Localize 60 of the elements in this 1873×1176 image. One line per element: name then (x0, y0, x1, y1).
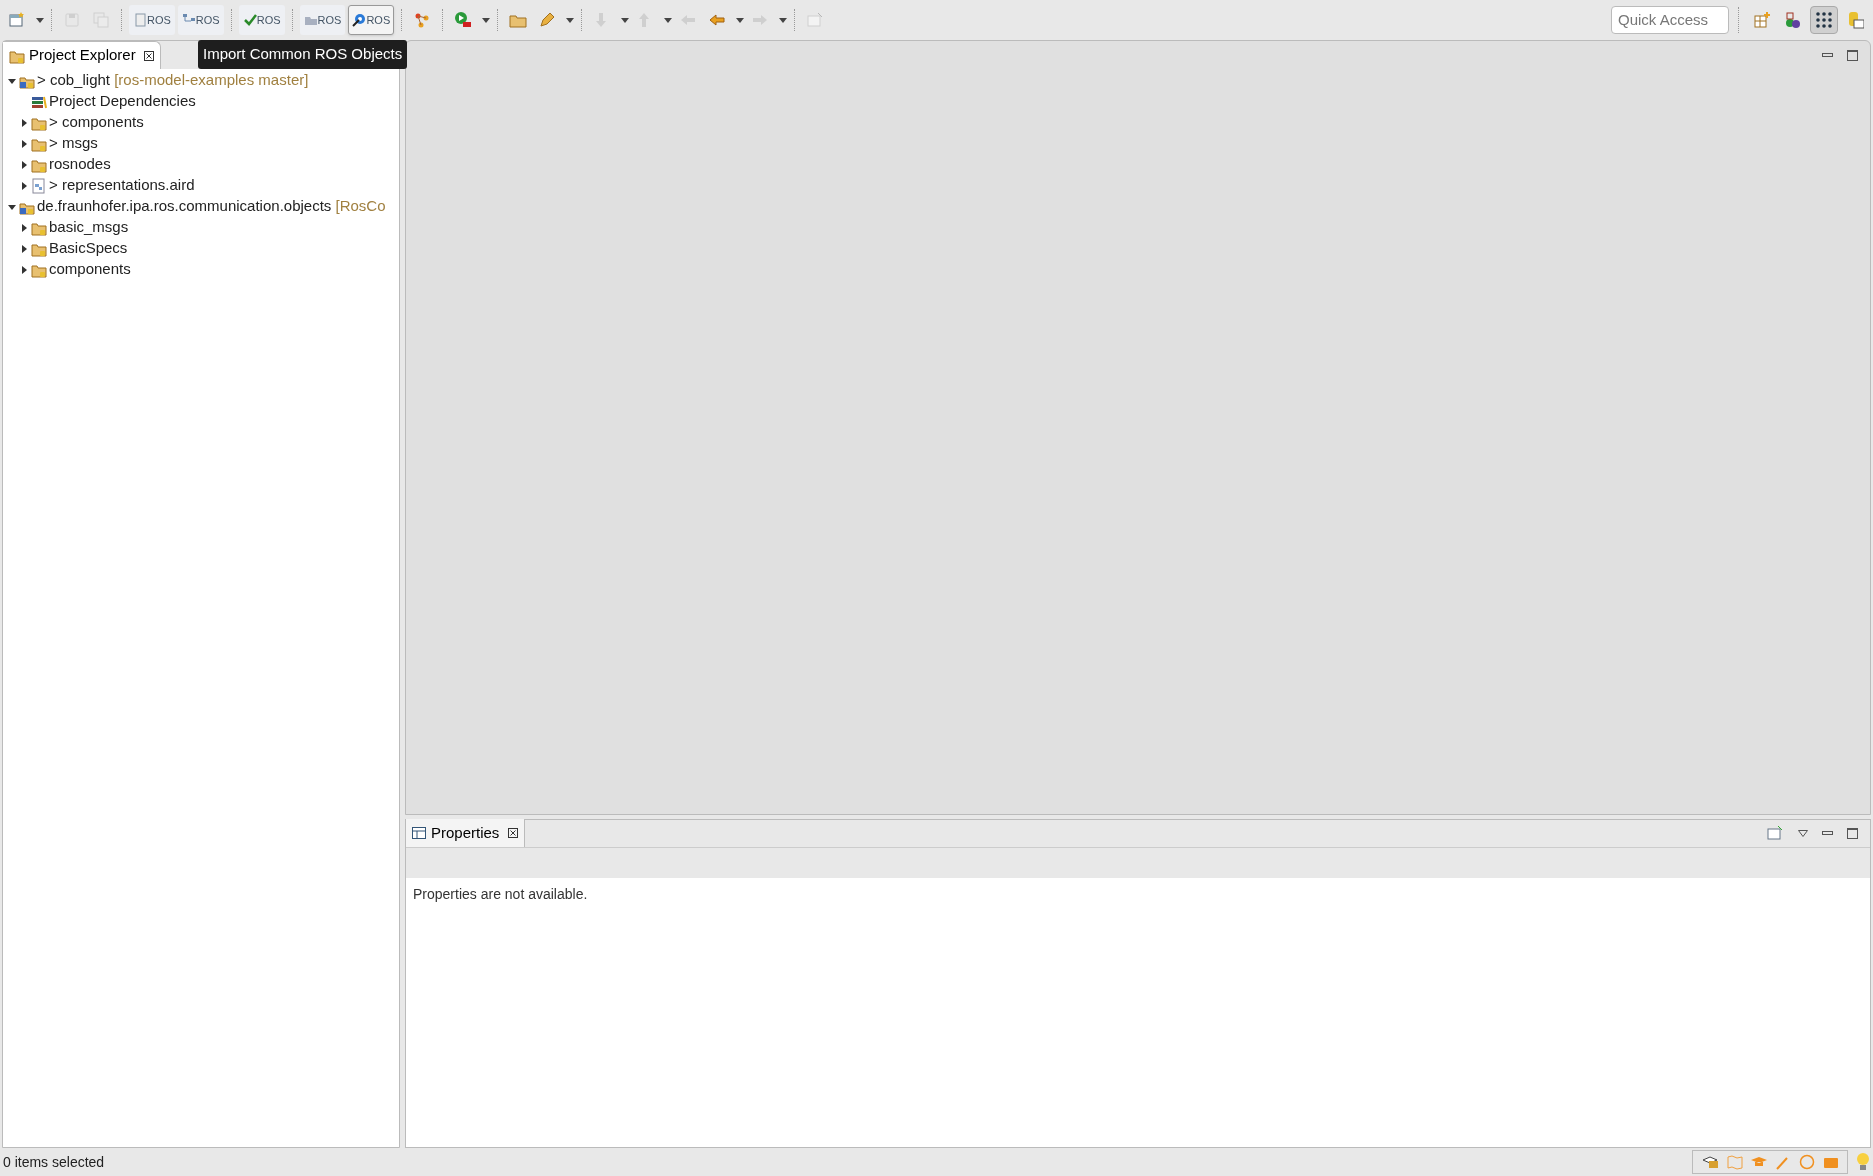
gear-wrench-icon (352, 13, 367, 27)
run-icon (454, 11, 473, 29)
project-explorer-tab[interactable]: Project Explorer (3, 41, 161, 69)
quick-access-field[interactable]: Quick Access (1611, 6, 1729, 34)
grid-icon (1815, 11, 1833, 29)
dropdown-caret-icon[interactable] (36, 17, 44, 23)
tree-item-label[interactable]: basic_msgs (49, 216, 129, 239)
left-arrow-icon (708, 11, 727, 29)
expand-arrow-icon[interactable] (20, 181, 28, 190)
expand-arrow-icon[interactable] (20, 160, 28, 169)
ros-toolbar-button[interactable]: ROS (348, 5, 395, 35)
close-icon[interactable] (508, 828, 519, 838)
ros-toolbar-button[interactable]: ROS (177, 5, 224, 35)
tree-item-label[interactable]: > cob_light [ros-model-examples master] (37, 69, 309, 92)
git-icon (1846, 11, 1864, 29)
check-icon (242, 13, 257, 27)
expand-arrow-icon[interactable] (20, 139, 28, 148)
tree-item-label[interactable]: BasicSpecs (49, 237, 128, 260)
window-icon (1766, 824, 1784, 842)
tooltip: Import Common ROS Objects (198, 40, 408, 69)
lightbulb-icon[interactable] (1856, 1152, 1870, 1172)
table-icon (412, 827, 426, 839)
ros-toolbar-button[interactable]: ROS (299, 5, 346, 35)
window-plus-icon (1753, 11, 1771, 29)
dropdown-caret-icon[interactable] (566, 17, 575, 23)
save-icon (63, 11, 81, 29)
minimize-icon[interactable] (1822, 53, 1833, 57)
diagram-file-icon (31, 177, 47, 194)
close-icon[interactable] (143, 50, 154, 61)
tree-item-label[interactable]: > msgs (49, 132, 98, 155)
tree-item-label[interactable]: de.fraunhofer.ipa.ros.communication.objects [RosCo (37, 195, 386, 218)
tree-item-label[interactable]: rosnodes (49, 153, 111, 176)
tree-item-label[interactable]: > representations.aird (49, 174, 195, 197)
tree-item-label[interactable]: > components (49, 111, 144, 134)
expand-arrow-icon[interactable] (20, 244, 28, 253)
dropdown-caret-icon[interactable] (736, 17, 745, 23)
maximize-icon[interactable] (1847, 827, 1858, 839)
tree-item-label[interactable]: components (49, 258, 131, 281)
tree-item-label[interactable]: Project Dependencies (49, 90, 196, 113)
ros-toolbar-button[interactable]: ROS (129, 5, 175, 35)
expand-arrow-icon[interactable] (20, 118, 28, 127)
plugin-icon (1784, 11, 1802, 29)
expand-arrow-icon[interactable] (20, 223, 28, 232)
pen-icon (538, 11, 557, 29)
dropdown-caret-icon[interactable] (482, 17, 491, 23)
window-icon (806, 11, 825, 29)
view-menu-icon[interactable] (1798, 829, 1808, 837)
properties-message: Properties are not available. (413, 886, 588, 902)
maximize-icon[interactable] (1847, 49, 1858, 61)
collapse-arrow-icon[interactable] (8, 202, 16, 211)
minimize-icon[interactable] (1822, 831, 1833, 835)
status-text: 0 items selected (3, 1152, 105, 1172)
expand-arrow-icon[interactable] (20, 265, 28, 274)
properties-tab[interactable]: Properties (406, 819, 526, 847)
perspective-button[interactable] (1810, 6, 1838, 34)
hat-folder-icon[interactable] (1701, 1155, 1719, 1169)
document-icon (133, 13, 147, 27)
ros-toolbar-button[interactable]: ROS (238, 5, 285, 35)
collapse-arrow-icon[interactable] (8, 76, 16, 85)
new-window-icon (8, 11, 26, 29)
